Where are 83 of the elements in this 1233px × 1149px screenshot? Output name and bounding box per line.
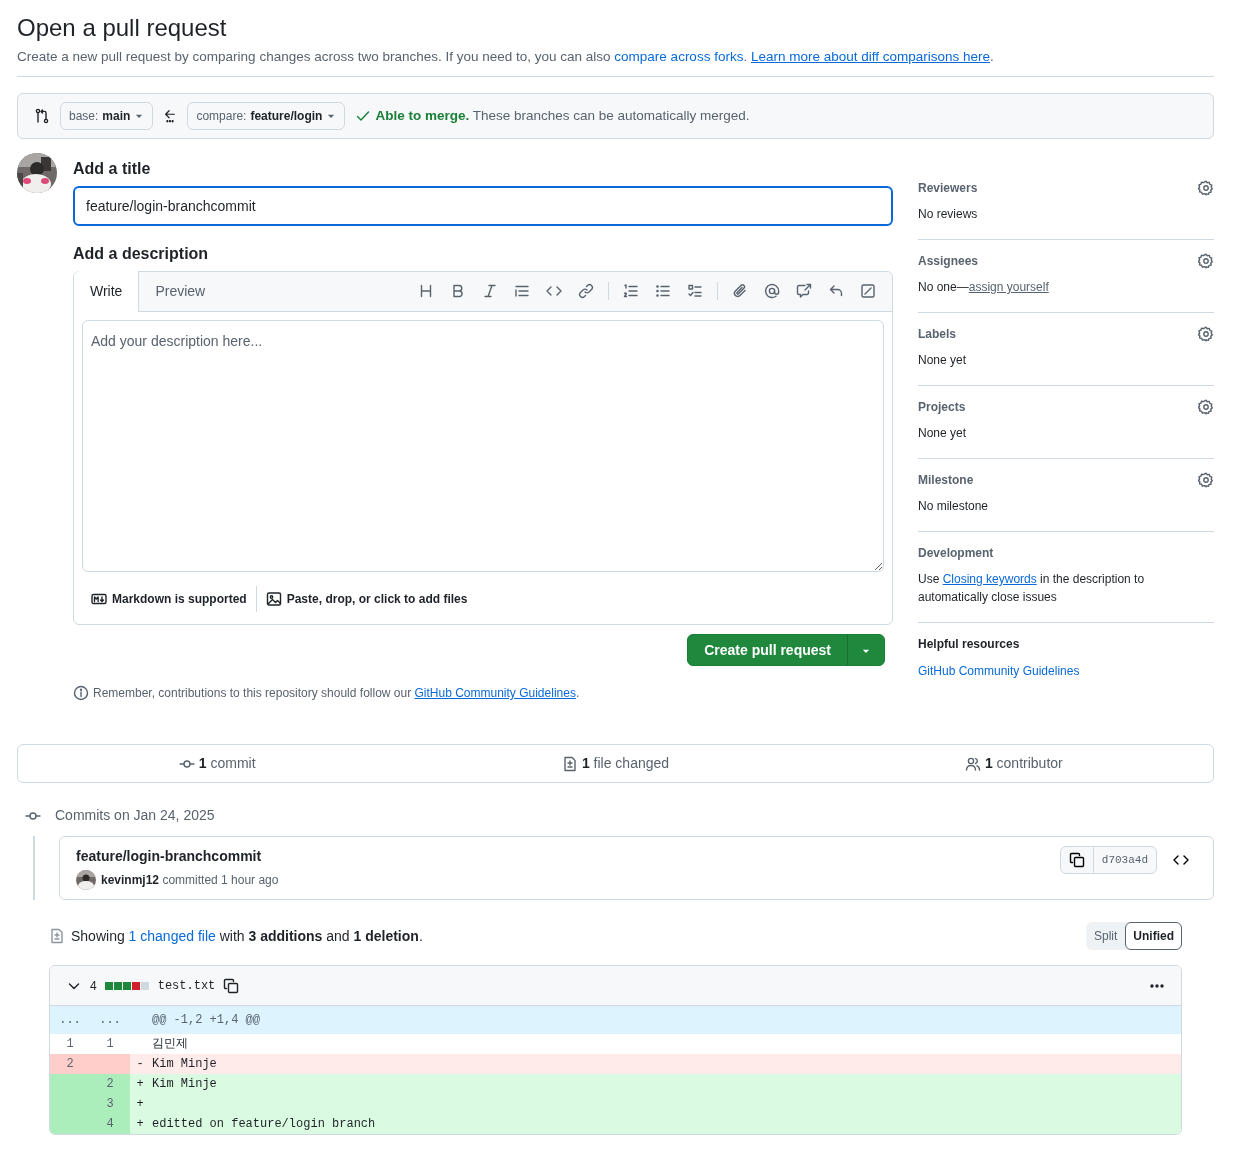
diff-marker: +: [135, 1116, 144, 1134]
code-line: Kim Minje: [151, 1056, 217, 1074]
file-diff-icon: [49, 928, 65, 945]
base-branch-dropdown[interactable]: base: main: [60, 102, 154, 131]
description-input-field[interactable]: Add your description here...: [82, 320, 884, 573]
compare-branch-dropdown[interactable]: compare: feature/login: [187, 102, 346, 131]
hunk-header: @@ -1,2 +1,4 @@: [151, 1012, 261, 1030]
file-icon: [561, 755, 578, 772]
preview-tab[interactable]: Preview: [139, 271, 222, 312]
section-text: No milestone: [918, 498, 990, 516]
settings-icon[interactable]: [1198, 180, 1214, 197]
diff-marker: +: [135, 1096, 144, 1114]
cross-reference-icon[interactable]: [796, 283, 812, 300]
section-title: Development: [918, 545, 994, 563]
section-title: Milestone: [918, 472, 974, 490]
section-title: Helpful resources: [918, 636, 1020, 654]
section-title: Reviewers: [918, 180, 978, 198]
summary-count[interactable]: 1 contributor: [984, 753, 1063, 775]
settings-icon[interactable]: [1198, 326, 1214, 343]
section-text: No one—assign yourself: [918, 279, 1050, 297]
heading-icon[interactable]: [418, 283, 434, 300]
title-input-field[interactable]: feature/login-branchcommit: [73, 186, 893, 227]
file-name: test.txt: [157, 977, 216, 995]
commits-date: Commits on Jan 24, 2025: [55, 806, 215, 826]
commit-message[interactable]: feature/login-branchcommit: [76, 846, 279, 868]
section-text: None yet: [918, 425, 968, 443]
people-icon: [964, 755, 981, 772]
unified-view-button[interactable]: Unified: [1125, 922, 1182, 951]
compare-icon: [34, 108, 50, 125]
commit-author-line: kevinmj12 committed 1 hour ago: [101, 872, 279, 890]
page-description: Create a new pull request by comparing changes across two branches. If you need to, you can also compare across forks. Learn more about diff comparisons here.: [17, 46, 1214, 78]
fullscreen-icon[interactable]: [860, 283, 876, 300]
line-number-gutter: [90, 1054, 130, 1075]
italic-icon[interactable]: [482, 283, 498, 300]
merge-status: Able to merge. These branches can be automatically merged.: [375, 106, 750, 125]
diff-marker: +: [135, 1076, 144, 1094]
section-title: Projects: [918, 399, 966, 417]
mention-icon[interactable]: [764, 283, 780, 300]
info-icon: [73, 685, 89, 702]
link[interactable]: GitHub Community Guidelines: [414, 686, 576, 701]
copy-icon: [1068, 852, 1085, 869]
numbered-list-icon[interactable]: [623, 283, 639, 300]
section-text: No reviews: [918, 206, 979, 224]
link[interactable]: Closing keywords: [942, 572, 1037, 587]
link-icon[interactable]: [578, 283, 594, 300]
diff-marker: -: [135, 1056, 144, 1074]
task-list-icon[interactable]: [687, 283, 703, 300]
section-title: Labels: [918, 326, 956, 344]
quote-icon[interactable]: [514, 283, 530, 300]
link[interactable]: Learn more about diff comparisons here: [750, 48, 991, 64]
section-title: Assignees: [918, 253, 979, 271]
bold-icon[interactable]: [450, 283, 466, 300]
summary-count[interactable]: 1 file changed: [581, 753, 670, 775]
section-text: Use Closing keywords in the description to automatically close issues: [918, 571, 1146, 607]
copy-icon[interactable]: [223, 977, 240, 994]
attach-files-hint[interactable]: Paste, drop, or click to add files: [286, 590, 468, 609]
code-line: 김민제: [151, 1036, 188, 1054]
description-label: Add a description: [73, 244, 210, 264]
paperclip-icon[interactable]: [732, 283, 748, 300]
settings-icon[interactable]: [1198, 399, 1214, 416]
settings-icon[interactable]: [1198, 253, 1214, 270]
settings-icon[interactable]: [1198, 472, 1214, 489]
write-tab[interactable]: Write: [74, 271, 140, 313]
code-line: editted on feature/login branch: [151, 1116, 376, 1134]
markdown-note: Markdown is supported: [112, 591, 247, 609]
bullet-list-icon[interactable]: [655, 283, 671, 300]
code-line: Kim Minje: [151, 1076, 217, 1094]
guidelines-notice: Remember, contributions to this repository should follow our GitHub Community Guidelines.: [93, 685, 580, 703]
split-view-button[interactable]: Split: [1086, 922, 1126, 951]
title-label: Add a title: [73, 159, 152, 179]
line-number: 3: [90, 1094, 130, 1115]
section-text: None yet: [918, 352, 968, 370]
diff-summary: Showing 1 changed file with 3 additions and 1 deletion.: [71, 926, 423, 946]
page-title: Open a pull request: [17, 14, 228, 43]
line-number: 4: [90, 1114, 130, 1135]
line-number: 2: [50, 1054, 90, 1075]
link[interactable]: GitHub Community Guidelines: [918, 664, 1080, 679]
link[interactable]: assign yourself: [968, 280, 1049, 295]
image-icon: [265, 591, 282, 608]
line-number: 2: [90, 1074, 130, 1095]
link[interactable]: 1 changed file: [128, 927, 216, 944]
summary-count[interactable]: 1 commit: [198, 753, 256, 775]
change-count: 4: [90, 977, 97, 995]
